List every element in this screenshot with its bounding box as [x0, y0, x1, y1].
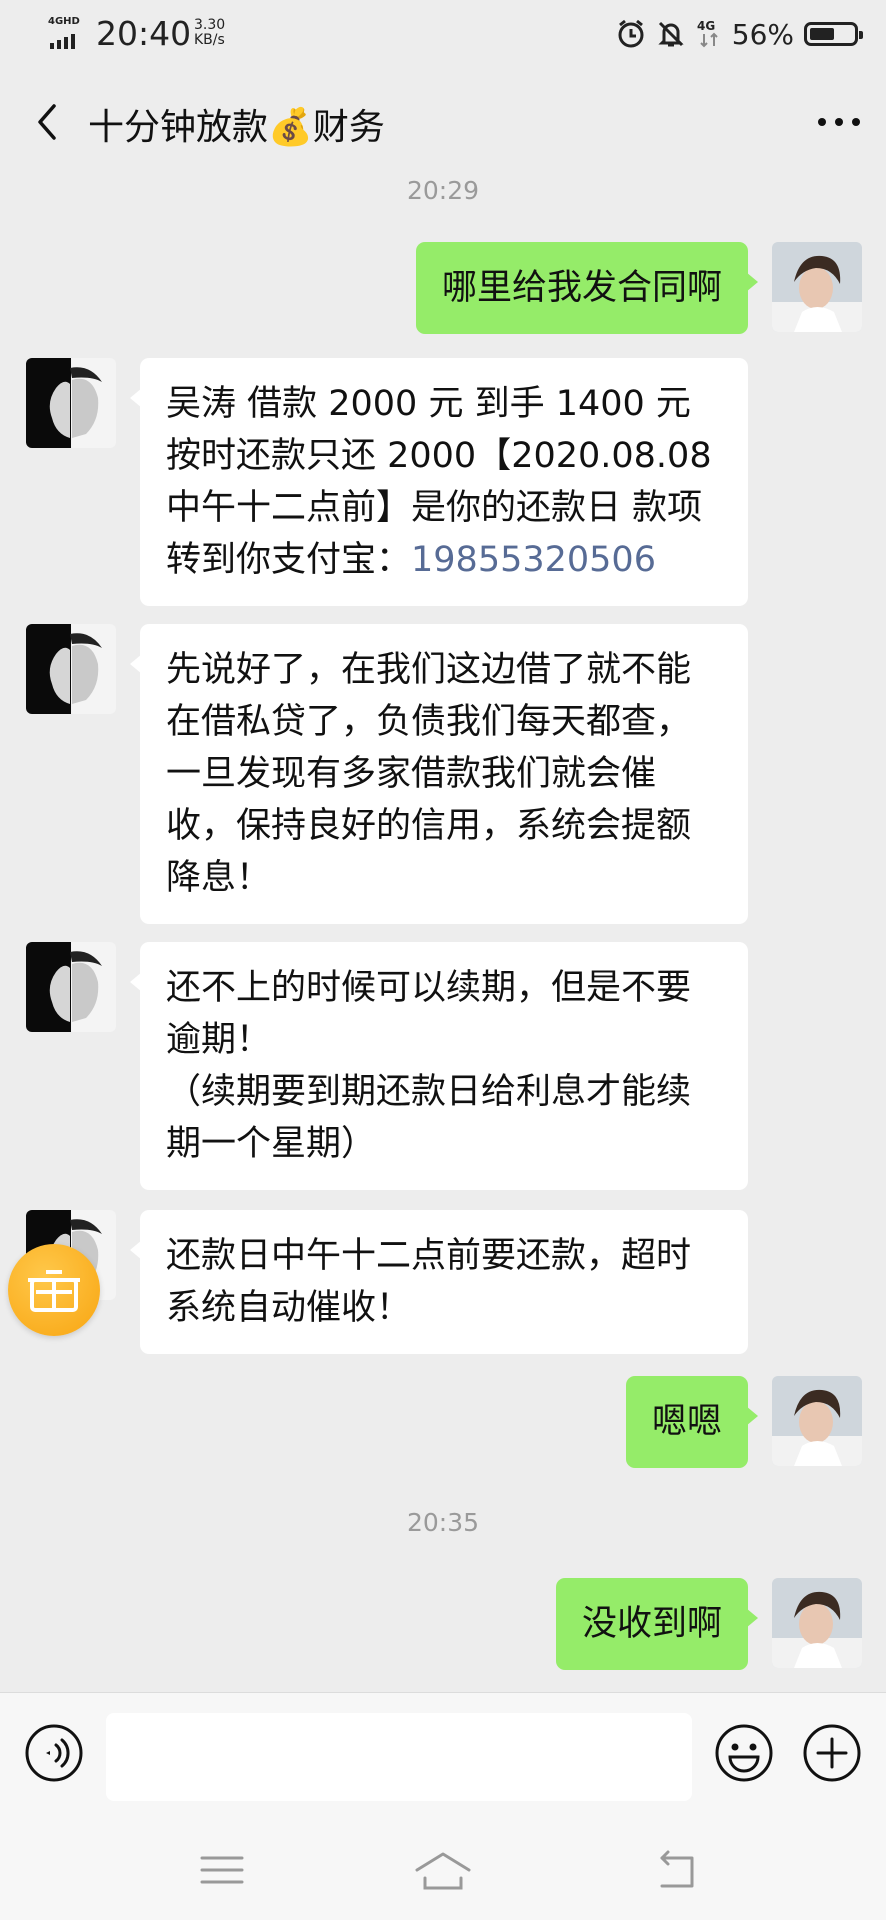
chat-title: 十分钟放款💰财务 — [88, 107, 385, 148]
contact-avatar[interactable] — [26, 942, 116, 1032]
battery-fill — [810, 28, 834, 40]
system-navigation-bar — [0, 1820, 886, 1920]
chat-header: 十分钟放款💰财务 — [0, 68, 886, 176]
speed-unit: KB/s — [194, 32, 225, 48]
my-avatar[interactable] — [772, 242, 862, 332]
sent-message[interactable]: 嗯嗯 — [625, 1376, 759, 1468]
message-timestamp: 20:35 — [406, 1508, 480, 1537]
return-icon[interactable] — [646, 1848, 706, 1892]
status-bar: 4GHD 20:40 3.30 KB/s 4G 56% — [0, 0, 886, 68]
network-indicator: 4GHD — [48, 16, 86, 49]
received-message[interactable]: 还款日中午十二点前要还款，超时系统自动催收！ — [130, 1210, 748, 1354]
message-list[interactable]: 20:29 哪里给我发合同啊 吴涛 借款 2000 元 到手 1400 元 按时… — [0, 176, 886, 1692]
network-speed: 3.30 KB/s — [194, 18, 225, 48]
network-label: 4GHD — [48, 16, 80, 27]
gift-icon — [28, 1270, 80, 1312]
battery-text: 56% — [731, 17, 794, 51]
received-message[interactable]: 先说好了，在我们这边借了就不能在借私贷了，负债我们每天都查，一旦发现有多家借款我… — [130, 624, 748, 924]
message-input[interactable] — [106, 1713, 692, 1801]
menu-icon[interactable] — [192, 1848, 252, 1892]
my-avatar[interactable] — [772, 1376, 862, 1466]
speed-value: 3.30 — [194, 17, 226, 33]
alarm-icon — [618, 19, 644, 48]
received-message[interactable]: 还不上的时候可以续期，但是不要逾期！ （续期要到期还款日给利息才能续期一个星期） — [130, 942, 748, 1190]
input-bar — [0, 1692, 886, 1821]
mute-icon — [658, 21, 684, 47]
sent-message[interactable]: 哪里给我发合同啊 — [415, 242, 759, 334]
gift-button[interactable] — [8, 1244, 100, 1336]
back-icon[interactable] — [28, 100, 68, 144]
battery-icon — [804, 22, 863, 46]
sent-message[interactable]: 没收到啊 — [555, 1578, 759, 1670]
message-timestamp: 20:29 — [406, 176, 480, 205]
voice-icon[interactable] — [24, 1723, 84, 1783]
received-message[interactable]: 吴涛 借款 2000 元 到手 1400 元 按时还款只还 2000【2020.… — [130, 358, 748, 606]
phone-number-link[interactable]: 19855320506 — [411, 540, 656, 580]
clock: 20:40 — [96, 14, 192, 53]
contact-avatar[interactable] — [26, 624, 116, 714]
contact-avatar[interactable] — [26, 358, 116, 448]
status-icons: 4G 56% — [616, 14, 863, 54]
signal-label: 4G — [697, 19, 715, 33]
signal-bars-icon — [50, 34, 75, 49]
plus-icon[interactable] — [802, 1723, 862, 1783]
home-icon[interactable] — [413, 1848, 473, 1892]
mobile-data-icon: 4G — [697, 19, 718, 48]
my-avatar[interactable] — [772, 1578, 862, 1668]
more-icon[interactable] — [816, 114, 862, 130]
emoji-icon[interactable] — [714, 1723, 774, 1783]
